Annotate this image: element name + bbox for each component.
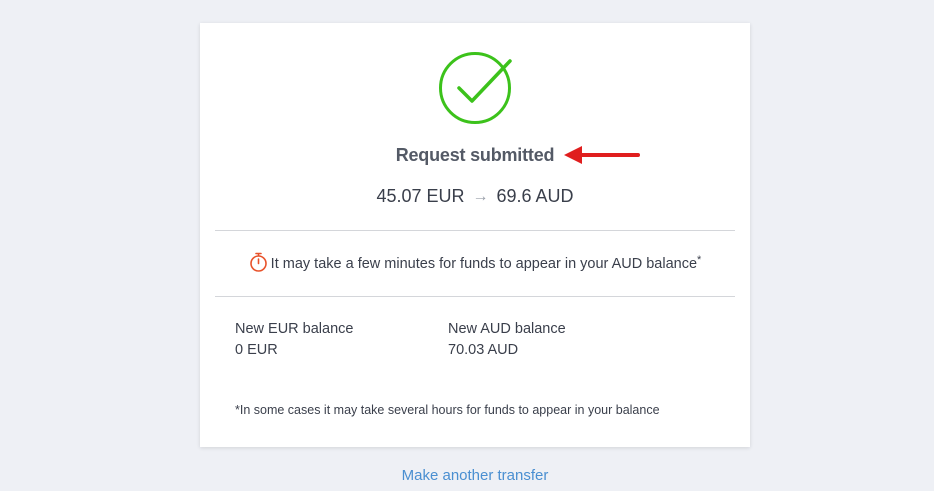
divider: [215, 296, 735, 297]
status-title: Request submitted: [395, 145, 555, 165]
red-arrow-icon: [564, 146, 640, 164]
to-amount: 69.6 AUD: [496, 186, 574, 206]
aud-balance-label: New AUD balance: [448, 321, 566, 337]
arrow-right-icon: →: [472, 188, 489, 205]
stopwatch-icon: [249, 252, 267, 272]
aud-balance-value: 70.03 AUD: [448, 342, 519, 358]
notice-marker: *: [697, 254, 702, 266]
notice-text: It may take a few minutes for funds to a…: [270, 256, 698, 272]
aud-balance: New AUD balance 70.03 AUD: [448, 319, 648, 361]
transfer-confirmation-card: Request submitted 45.07 EUR → 69.6 AUD It …: [200, 23, 750, 447]
from-amount: 45.07 EUR: [376, 186, 465, 206]
divider: [215, 230, 735, 231]
footnote: *In some cases it may take several hours…: [235, 403, 660, 417]
eur-balance-value: 0 EUR: [235, 342, 278, 358]
make-another-transfer-link[interactable]: Make another transfer: [0, 467, 934, 484]
conversion-summary: 45.07 EUR → 69.6 AUD: [200, 186, 750, 207]
eur-balance: New EUR balance 0 EUR: [235, 319, 435, 361]
eur-balance-label: New EUR balance: [235, 321, 354, 337]
check-circle-icon: [439, 52, 512, 124]
processing-notice: It may take a few minutes for funds to a…: [200, 252, 750, 272]
